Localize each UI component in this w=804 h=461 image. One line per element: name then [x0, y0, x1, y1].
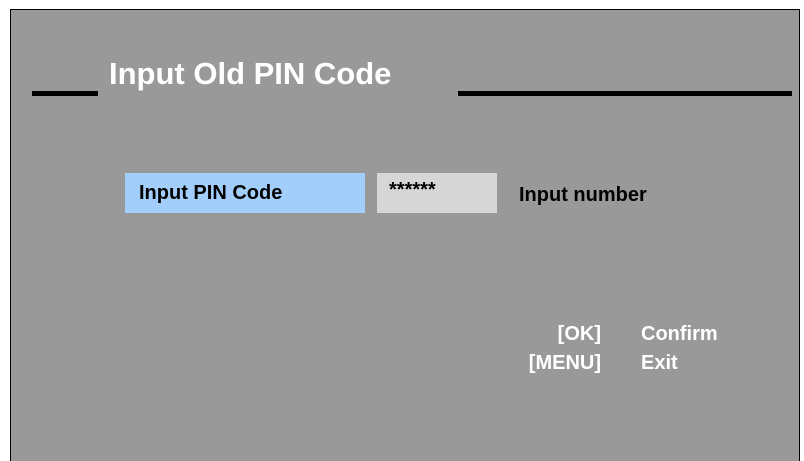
ok-key-label: [OK]: [557, 323, 601, 345]
confirm-action-label: Confirm: [641, 323, 718, 345]
pin-code-input[interactable]: ******: [377, 173, 497, 213]
key-hint-ok: [OK] Confirm: [11, 321, 799, 347]
pin-dialog-screen: Input Old PIN Code Input PIN Code ******…: [10, 9, 800, 461]
key-hint-menu: [MENU] Exit: [11, 350, 799, 376]
dialog-title: Input Old PIN Code: [109, 56, 392, 91]
title-rule-right: [458, 91, 792, 96]
dialog-title-bar: Input Old PIN Code: [11, 10, 799, 110]
menu-key-label: [MENU]: [528, 352, 601, 374]
exit-action-label: Exit: [641, 352, 678, 374]
pin-code-label[interactable]: Input PIN Code: [125, 173, 365, 213]
pin-input-hint: Input number: [519, 184, 647, 206]
title-rule-left: [32, 91, 98, 96]
